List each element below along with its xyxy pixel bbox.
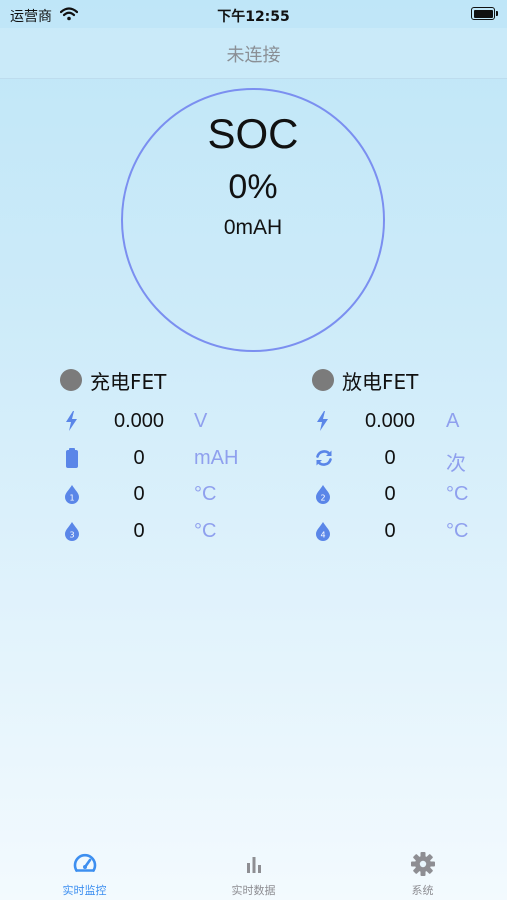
- temperature-2-value: 0: [384, 483, 396, 505]
- svg-text:4: 4: [320, 531, 325, 540]
- tab-realtime-monitor[interactable]: 实时监控: [0, 845, 169, 900]
- discharge-fet-status-dot: [312, 369, 334, 391]
- battery-fill: [473, 9, 493, 18]
- capacity-unit: mAH: [194, 447, 239, 469]
- tab-bar: 实时监控 实时数据 系统: [0, 845, 507, 900]
- temperature-1-value: 0: [133, 483, 145, 505]
- charge-fet-label: 充电FET: [90, 369, 167, 394]
- tab-realtime-monitor-label: 实时监控: [62, 884, 107, 897]
- battery-icon: [63, 448, 81, 468]
- bar-chart-icon: [241, 851, 267, 881]
- gear-icon: [410, 851, 436, 881]
- soc-label: SOC: [207, 110, 299, 157]
- voltage-value: 0.000: [113, 410, 165, 432]
- soc-ring: SOC 0% 0mAH: [121, 88, 385, 352]
- gauge-icon: [72, 851, 98, 881]
- battery-icon: [471, 7, 498, 20]
- lightning-icon: [63, 411, 81, 431]
- voltage-unit: V: [194, 410, 208, 432]
- temperature-2-icon: 2: [314, 484, 332, 504]
- svg-text:1: 1: [69, 494, 74, 503]
- status-bar: 运营商 下午12:55: [0, 0, 507, 28]
- svg-text:2: 2: [320, 494, 325, 503]
- temperature-3-value: 0: [133, 520, 145, 542]
- temperature-2-unit: °C: [446, 483, 469, 505]
- cycle-icon: [314, 448, 334, 468]
- temperature-1-unit: °C: [194, 483, 217, 505]
- charge-fet-status-dot: [60, 369, 82, 391]
- cycle-count-value: 0: [384, 447, 396, 469]
- discharge-fet-label: 放电FET: [342, 369, 419, 394]
- lightning-icon: [314, 411, 332, 431]
- nav-bar: 未连接: [0, 28, 507, 79]
- capacity-value: 0: [133, 447, 145, 469]
- current-value: 0.000: [364, 410, 416, 432]
- tab-system-label: 系统: [411, 884, 434, 897]
- temperature-3-unit: °C: [194, 520, 217, 542]
- soc-percent: 0%: [228, 168, 278, 206]
- tab-realtime-data[interactable]: 实时数据: [169, 845, 338, 900]
- status-time: 下午12:55: [217, 9, 290, 25]
- soc-capacity: 0mAH: [223, 216, 283, 239]
- charge-fet-indicator: 充电FET: [60, 366, 166, 394]
- tab-system[interactable]: 系统: [338, 845, 507, 900]
- cycle-count-unit: 次: [446, 453, 466, 475]
- temperature-3-icon: 3: [63, 521, 81, 541]
- svg-text:3: 3: [69, 531, 74, 540]
- tab-realtime-data-label: 实时数据: [231, 884, 276, 897]
- current-unit: A: [446, 410, 460, 432]
- connection-status-title: 未连接: [226, 45, 281, 66]
- temperature-4-unit: °C: [446, 520, 469, 542]
- temperature-4-value: 0: [384, 520, 396, 542]
- discharge-fet-indicator: 放电FET: [312, 366, 418, 394]
- temperature-4-icon: 4: [314, 521, 332, 541]
- temperature-1-icon: 1: [63, 484, 81, 504]
